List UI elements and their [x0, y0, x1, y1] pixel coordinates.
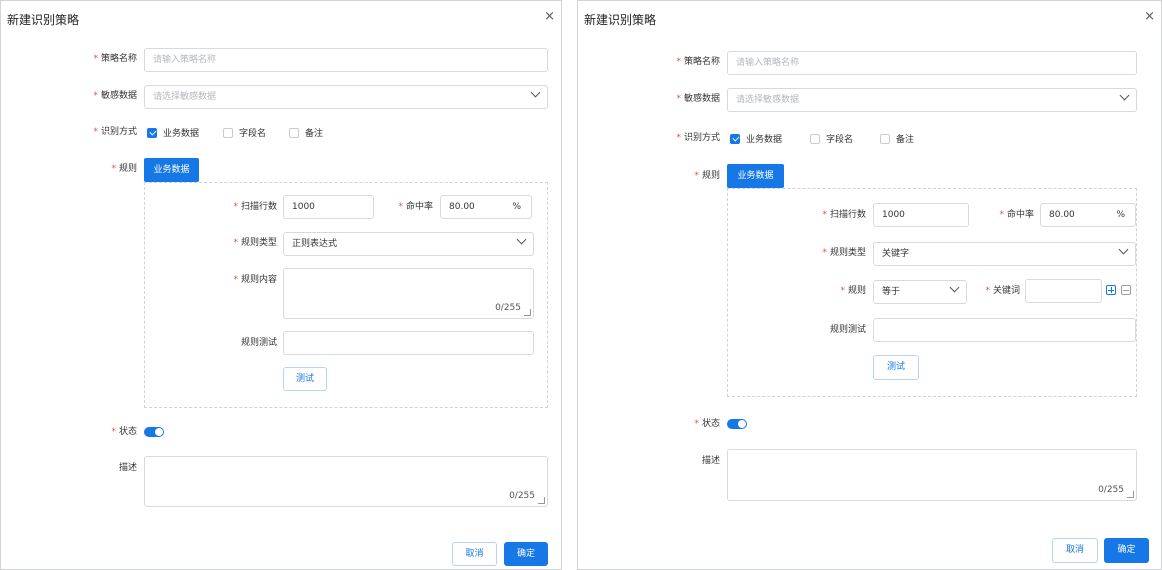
- rule-op-select[interactable]: 等于: [873, 280, 967, 304]
- method-option-field[interactable]: 字段名: [223, 126, 266, 139]
- name-label: * 策略名称: [676, 57, 720, 67]
- status-label: * 状态: [694, 419, 720, 429]
- sensitive-label: * 敏感数据: [676, 94, 720, 104]
- name-label: * 策略名称: [93, 54, 137, 64]
- sensitive-select[interactable]: 请选择敏感数据: [727, 88, 1137, 112]
- hit-rate-label: * 命中率: [398, 202, 433, 212]
- percent-unit: %: [1116, 210, 1125, 220]
- char-counter: 0/255: [495, 303, 521, 313]
- tab-business-data[interactable]: 业务数据: [727, 164, 784, 188]
- scan-rows-input[interactable]: 1000: [873, 203, 969, 227]
- cancel-button[interactable]: 取消: [452, 542, 497, 566]
- method-option-remark[interactable]: 备注: [289, 126, 323, 139]
- name-input[interactable]: 请输入策略名称: [144, 48, 548, 72]
- dialog-regex: 新建识别策略 × * 策略名称 请输入策略名称 * 敏感数据 请选择敏感数据 * 识别…: [0, 0, 562, 570]
- method-option-business[interactable]: 业务数据: [730, 132, 782, 145]
- hit-rate-input[interactable]: 80.00 %: [440, 195, 532, 219]
- keyword-label: * 关键词: [985, 286, 1020, 296]
- method-label: * 识别方式: [93, 127, 137, 137]
- method-option-field[interactable]: 字段名: [810, 132, 853, 145]
- method-option-business[interactable]: 业务数据: [147, 126, 199, 139]
- dialog-title: 新建识别策略: [7, 13, 80, 27]
- dialog-title: 新建识别策略: [584, 13, 657, 27]
- hit-rate-input[interactable]: 80.00 %: [1040, 203, 1136, 227]
- rule-test-input[interactable]: [283, 331, 534, 355]
- checkbox-icon[interactable]: [810, 133, 820, 144]
- remove-keyword-icon[interactable]: [1121, 285, 1131, 295]
- char-counter: 0/255: [1098, 485, 1124, 495]
- chevron-down-icon: [516, 234, 527, 245]
- confirm-button[interactable]: 确定: [1104, 538, 1149, 563]
- test-button[interactable]: 测试: [873, 355, 919, 380]
- desc-textarea[interactable]: 0/255: [144, 456, 548, 507]
- keyword-input[interactable]: [1025, 279, 1102, 303]
- add-keyword-icon[interactable]: [1106, 285, 1116, 295]
- resize-handle-icon[interactable]: [538, 497, 545, 504]
- rule-type-label: * 规则类型: [822, 248, 866, 258]
- rule-type-select[interactable]: 正则表达式: [283, 232, 534, 256]
- checkbox-icon[interactable]: [289, 127, 299, 138]
- chevron-down-icon: [1119, 90, 1130, 101]
- scan-rows-label: * 扫描行数: [822, 210, 866, 220]
- rule-label: * 规则: [694, 171, 720, 181]
- scan-rows-label: * 扫描行数: [233, 202, 277, 212]
- tab-business-data[interactable]: 业务数据: [144, 158, 199, 182]
- rule-content-label: * 规则内容: [233, 275, 277, 285]
- chevron-down-icon: [1118, 244, 1129, 255]
- close-icon[interactable]: ×: [544, 10, 555, 23]
- scan-rows-input[interactable]: 1000: [283, 195, 374, 219]
- hit-rate-label: * 命中率: [999, 210, 1034, 220]
- method-option-remark[interactable]: 备注: [880, 132, 914, 145]
- rule-test-label: 规则测试: [829, 325, 866, 335]
- status-label: * 状态: [111, 427, 137, 437]
- checkbox-checked-icon[interactable]: [147, 127, 157, 138]
- char-counter: 0/255: [509, 491, 535, 501]
- rule-type-select[interactable]: 关键字: [873, 242, 1136, 266]
- name-input[interactable]: 请输入策略名称: [727, 51, 1137, 75]
- chevron-down-icon: [530, 87, 541, 98]
- cancel-button[interactable]: 取消: [1052, 538, 1098, 563]
- checkbox-icon[interactable]: [223, 127, 233, 138]
- rule-type-label: * 规则类型: [233, 238, 277, 248]
- rule-test-label: 规则测试: [240, 338, 277, 348]
- confirm-button[interactable]: 确定: [504, 542, 548, 566]
- rule-test-input[interactable]: [873, 318, 1136, 342]
- chevron-down-icon: [949, 282, 960, 293]
- desc-textarea[interactable]: 0/255: [727, 449, 1137, 501]
- method-label: * 识别方式: [676, 133, 720, 143]
- rule-label: * 规则: [111, 164, 137, 174]
- dialog-keyword: 新建识别策略 × * 策略名称 请输入策略名称 * 敏感数据 请选择敏感数据 * 识别…: [577, 0, 1162, 570]
- sensitive-select[interactable]: 请选择敏感数据: [144, 85, 548, 109]
- rule-content-textarea[interactable]: 0/255: [283, 268, 534, 319]
- status-toggle[interactable]: [727, 419, 747, 429]
- test-button[interactable]: 测试: [283, 367, 327, 391]
- resize-handle-icon[interactable]: [524, 309, 531, 316]
- status-toggle[interactable]: [144, 427, 164, 437]
- sensitive-label: * 敏感数据: [93, 91, 137, 101]
- close-icon[interactable]: ×: [1144, 10, 1155, 23]
- resize-handle-icon[interactable]: [1127, 491, 1134, 498]
- percent-unit: %: [512, 202, 521, 212]
- desc-label: 描述: [701, 456, 720, 466]
- rule-op-label: * 规则: [840, 286, 866, 296]
- desc-label: 描述: [118, 463, 137, 473]
- checkbox-icon[interactable]: [880, 133, 890, 144]
- checkbox-checked-icon[interactable]: [730, 133, 740, 144]
